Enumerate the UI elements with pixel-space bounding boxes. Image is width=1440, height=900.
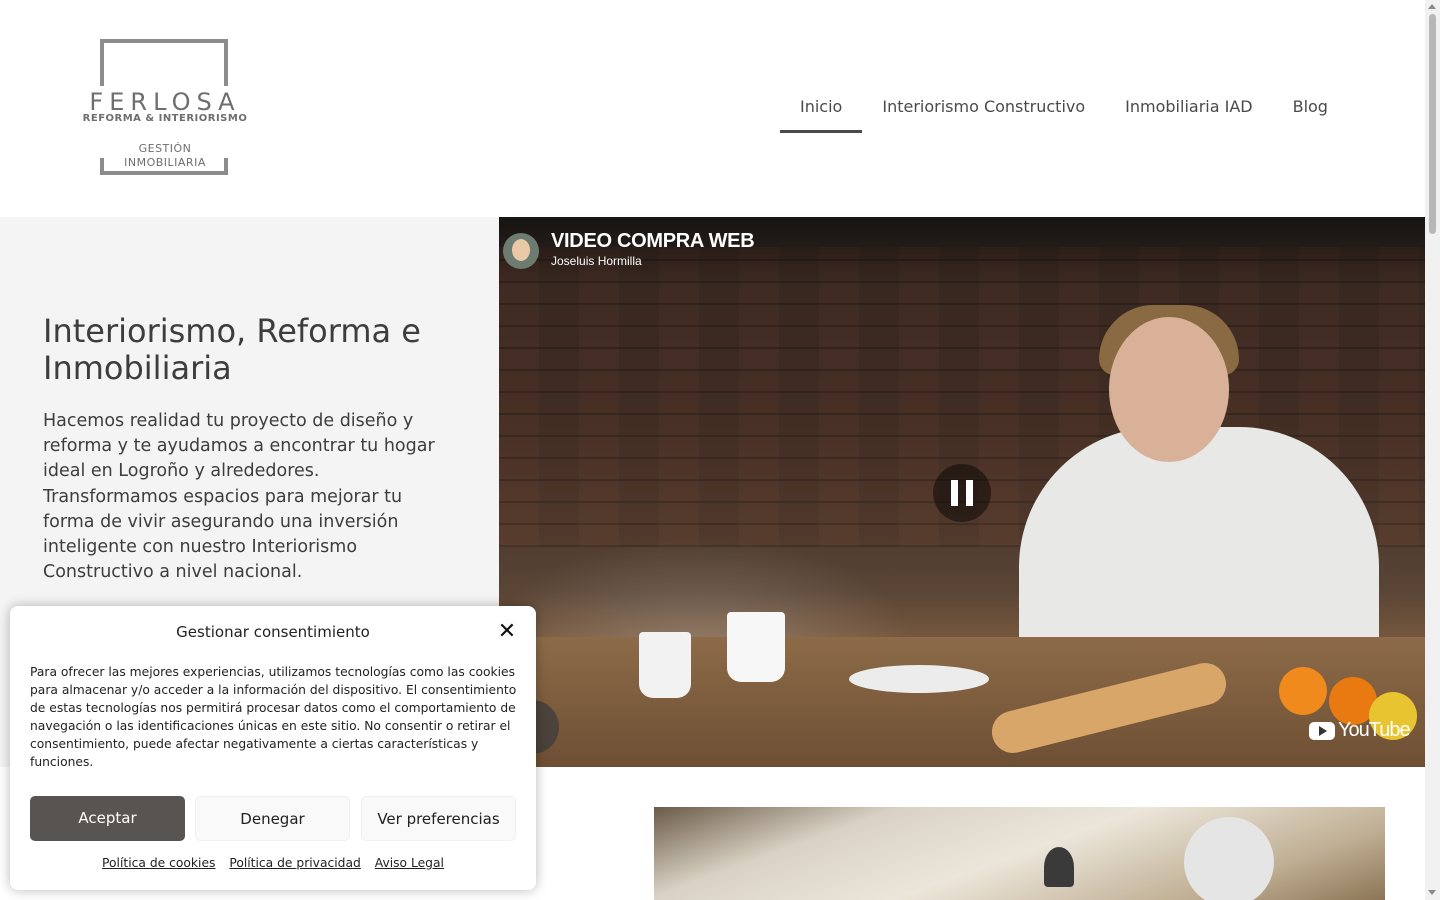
site-header: FERLOSA REFORMA & INTERIORISMO GESTIÓN I… [0,0,1425,217]
accept-button[interactable]: Aceptar [30,796,185,841]
nav-item-inicio[interactable]: Inicio [780,88,863,133]
main-nav: Inicio Interiorismo Constructivo Inmobil… [780,88,1348,133]
legal-notice-link[interactable]: Aviso Legal [375,856,444,870]
nav-item-blog[interactable]: Blog [1273,88,1348,133]
scroll-down-icon[interactable] [1428,890,1436,895]
hero-description: Hacemos realidad tu proyecto de diseño y… [43,411,435,583]
youtube-logo[interactable]: YouTube [1309,719,1411,742]
pause-button[interactable] [933,464,991,522]
youtube-video-player[interactable]: VIDEO COMPRA WEB Joseluis Hormilla YouTu… [499,217,1425,767]
hero-title: Interiorismo, Reforma e Inmobiliaria [43,312,421,387]
cookie-dialog-text: Para ofrecer las mejores experiencias, u… [30,665,517,769]
pendant-lamp [1044,847,1074,887]
youtube-wordmark: YouTube [1338,719,1411,741]
privacy-policy-link[interactable]: Política de privacidad [229,856,360,870]
view-preferences-button[interactable]: Ver preferencias [361,796,516,841]
close-icon[interactable]: ✕ [496,621,518,643]
interior-photo [654,807,1385,900]
cookie-dialog-links: Política de cookies Política de privacid… [10,856,536,870]
deny-button[interactable]: Denegar [195,796,350,841]
ferlosa-logo[interactable]: FERLOSA REFORMA & INTERIORISMO GESTIÓN I… [72,36,262,184]
logo-tagline: REFORMA & INTERIORISMO [82,113,248,124]
pause-icon [951,480,958,506]
video-channel-name[interactable]: Joseluis Hormilla [551,254,642,268]
cookie-dialog-title: Gestionar consentimiento [176,623,370,641]
scroll-up-icon[interactable] [1428,4,1436,9]
video-title[interactable]: VIDEO COMPRA WEB [551,230,755,253]
youtube-play-icon [1309,721,1335,740]
page-scrollbar[interactable] [1425,0,1440,900]
channel-avatar[interactable] [503,233,539,269]
cookie-consent-dialog: Gestionar consentimiento ✕ Para ofrecer … [10,606,536,890]
logo-brand: FERLOSA [89,88,241,116]
scrollbar-thumb[interactable] [1429,14,1436,234]
cookie-policy-link[interactable]: Política de cookies [102,856,215,870]
logo-subline: GESTIÓN INMOBILIARIA [124,142,206,169]
nav-item-inmobiliaria-iad[interactable]: Inmobiliaria IAD [1105,88,1272,133]
nav-item-interiorismo-constructivo[interactable]: Interiorismo Constructivo [862,88,1105,133]
pendant-lamp [1184,817,1274,900]
